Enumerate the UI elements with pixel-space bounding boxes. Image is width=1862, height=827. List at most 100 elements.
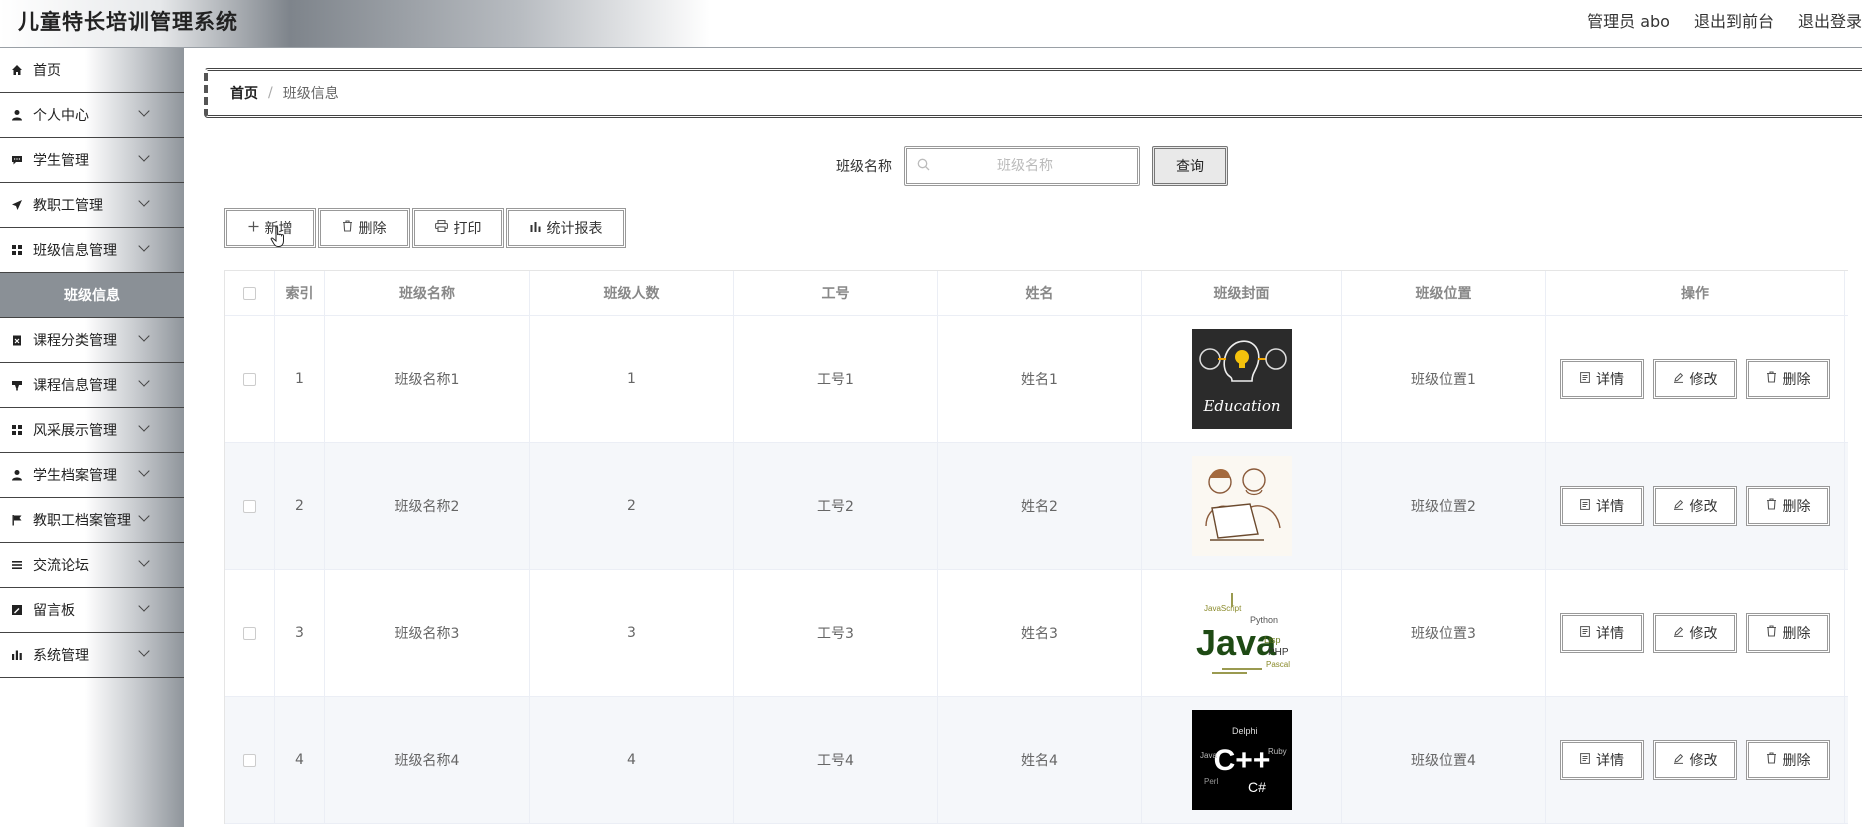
- sidebar-item-course-info-management[interactable]: 课程信息管理: [0, 363, 184, 408]
- trash-icon: [342, 220, 353, 236]
- sidebar-item-staff-management[interactable]: 教职工管理: [0, 183, 184, 228]
- clipboard-icon: [10, 333, 24, 347]
- cell-staff-name: 姓名3: [938, 570, 1142, 696]
- chevron-down-icon: [138, 510, 150, 522]
- sidebar-item-student-management[interactable]: 学生管理: [0, 138, 184, 183]
- class-cover-image[interactable]: C++ Delphi C# Java Ruby Perl: [1191, 710, 1292, 810]
- cell-cover: [1142, 443, 1342, 569]
- cell-index: 1: [275, 316, 325, 442]
- detail-button[interactable]: 详情: [1560, 486, 1644, 526]
- sidebar-item-student-archive-management[interactable]: 学生档案管理: [0, 453, 184, 498]
- back-to-frontend-link[interactable]: 退出到前台: [1694, 8, 1774, 32]
- cell-index: 3: [275, 570, 325, 696]
- select-all-cell: [225, 271, 275, 315]
- sidebar-item-label: 教职工档案管理: [33, 513, 131, 529]
- cell-staff-no: 工号3: [734, 570, 938, 696]
- column-header: 姓名: [938, 271, 1142, 315]
- trash-icon: [1766, 498, 1777, 514]
- svg-text:JavaScript: JavaScript: [1204, 604, 1242, 613]
- chevron-down-icon: [138, 465, 150, 477]
- search-button[interactable]: 查询: [1152, 146, 1228, 186]
- detail-button[interactable]: 详情: [1560, 740, 1644, 780]
- class-cover-image[interactable]: Education: [1191, 329, 1292, 429]
- sidebar-item-showcase-management[interactable]: 风采展示管理: [0, 408, 184, 453]
- search-icon: [917, 158, 930, 175]
- row-select-cell: [225, 443, 275, 569]
- sidebar-item-home[interactable]: 首页: [0, 48, 184, 93]
- column-header: 班级名称: [325, 271, 530, 315]
- edit-button[interactable]: 修改: [1653, 486, 1737, 526]
- top-header: 儿童特长培训管理系统 管理员 abo 退出到前台 退出登录: [0, 0, 1862, 48]
- sidebar-item-label: 课程分类管理: [33, 333, 117, 349]
- sidebar-item-class-info-management[interactable]: 班级信息管理: [0, 228, 184, 273]
- breadcrumb-home[interactable]: 首页: [230, 83, 258, 103]
- cell-class-name: 班级名称2: [325, 443, 530, 569]
- class-cover-image[interactable]: [1191, 456, 1292, 556]
- delete-button[interactable]: 删除: [1746, 613, 1830, 653]
- cell-class-name: 班级名称4: [325, 697, 530, 823]
- cell-operations: 详情 修改 删除: [1546, 697, 1845, 823]
- detail-label: 详情: [1596, 626, 1624, 642]
- svg-text:PHP: PHP: [1268, 647, 1289, 658]
- row-checkbox[interactable]: [243, 499, 256, 513]
- svg-text:Perl: Perl: [1204, 777, 1218, 786]
- logout-link[interactable]: 退出登录: [1798, 8, 1862, 32]
- sidebar-item-forum[interactable]: 交流论坛: [0, 543, 184, 588]
- delete-label: 删除: [1782, 626, 1811, 642]
- admin-user-label[interactable]: 管理员 abo: [1587, 8, 1670, 32]
- edit-label: 修改: [1689, 626, 1718, 642]
- cell-class-count: 2: [530, 443, 734, 569]
- cell-class-count: 4: [530, 697, 734, 823]
- edit-button[interactable]: 修改: [1653, 359, 1737, 399]
- printer-icon: [434, 219, 448, 236]
- class-cover-image[interactable]: JavaScript Python Java Lisp PHP Pascal: [1191, 583, 1292, 683]
- batch-delete-button[interactable]: 删除: [318, 208, 410, 248]
- delete-button[interactable]: 删除: [1746, 486, 1830, 526]
- document-icon: [1580, 498, 1590, 514]
- cell-staff-no: 工号1: [734, 316, 938, 442]
- cell-operations: 详情 修改 删除: [1546, 570, 1845, 696]
- search-input[interactable]: [930, 158, 1120, 174]
- sidebar: 首页 个人中心 学生管理 教职工管理 班级信息管理 班级信息 课程分类管理 课程…: [0, 48, 184, 827]
- table-row: 4 班级名称4 4 工号4 姓名4 C++ Delphi C# Java Rub…: [225, 697, 1848, 824]
- detail-button[interactable]: 详情: [1560, 359, 1644, 399]
- sidebar-item-system-management[interactable]: 系统管理: [0, 633, 184, 678]
- sidebar-item-label: 班级信息管理: [33, 243, 117, 259]
- edit-button[interactable]: 修改: [1653, 740, 1737, 780]
- print-button[interactable]: 打印: [412, 208, 504, 248]
- sidebar-item-staff-archive-management[interactable]: 教职工档案管理: [0, 498, 184, 543]
- delete-button[interactable]: 删除: [1746, 740, 1830, 780]
- row-checkbox[interactable]: [243, 372, 256, 386]
- delete-label: 删除: [1782, 499, 1811, 515]
- cell-location: 班级位置2: [1342, 443, 1546, 569]
- document-icon: [1580, 371, 1590, 387]
- cell-staff-no: 工号4: [734, 697, 938, 823]
- svg-text:Delphi: Delphi: [1232, 726, 1258, 736]
- user-icon: [10, 468, 24, 482]
- row-checkbox[interactable]: [243, 753, 256, 767]
- chat-icon: [10, 153, 24, 167]
- report-button[interactable]: 统计报表: [506, 208, 626, 248]
- detail-label: 详情: [1596, 372, 1624, 388]
- detail-label: 详情: [1596, 753, 1624, 769]
- row-checkbox[interactable]: [243, 626, 256, 640]
- table-row: 2 班级名称2 2 工号2 姓名2 班级位置2 详情 修改 删除: [225, 443, 1848, 570]
- pencil-icon: [1673, 371, 1684, 387]
- select-all-checkbox[interactable]: [243, 286, 256, 300]
- delete-button[interactable]: 删除: [1746, 359, 1830, 399]
- chevron-down-icon: [138, 600, 150, 612]
- cell-staff-name: 姓名2: [938, 443, 1142, 569]
- cell-class-name: 班级名称3: [325, 570, 530, 696]
- sidebar-item-message-board[interactable]: 留言板: [0, 588, 184, 633]
- edit-button[interactable]: 修改: [1653, 613, 1737, 653]
- chart-icon: [10, 648, 24, 662]
- sidebar-item-course-category-management[interactable]: 课程分类管理: [0, 318, 184, 363]
- pencil-icon: [1673, 752, 1684, 768]
- detail-button[interactable]: 详情: [1560, 613, 1644, 653]
- column-header: 工号: [734, 271, 938, 315]
- search-field[interactable]: [904, 146, 1140, 186]
- header-nav: 管理员 abo 退出到前台 退出登录: [1587, 8, 1862, 32]
- sidebar-subitem-class-info[interactable]: 班级信息: [0, 273, 184, 318]
- sidebar-item-personal-center[interactable]: 个人中心: [0, 93, 184, 138]
- cell-index: 2: [275, 443, 325, 569]
